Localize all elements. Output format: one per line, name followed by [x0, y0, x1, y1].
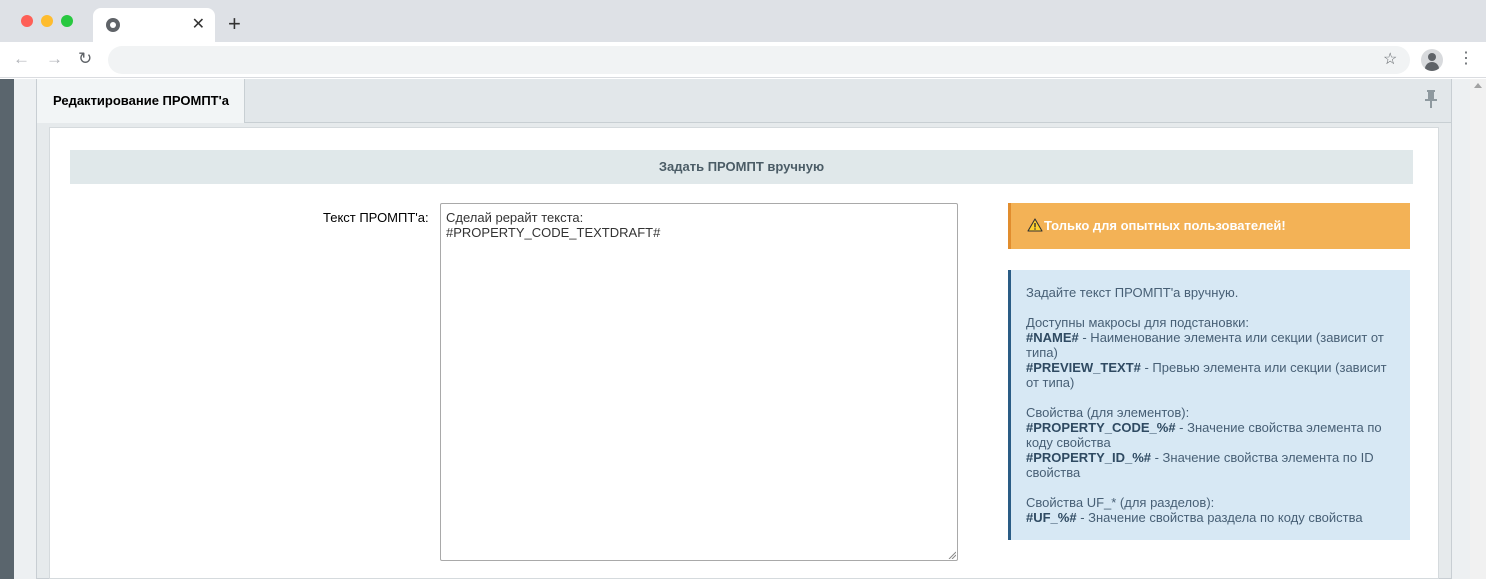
browser-toolbar: ← → ↻ ☆ ⋮ — [0, 42, 1486, 78]
info-uf-heading: Свойства UF_* (для разделов): — [1026, 495, 1215, 510]
bookmark-star-icon[interactable]: ☆ — [1383, 49, 1397, 69]
browser-tab-active[interactable]: ✕ — [93, 8, 215, 42]
browser-tabstrip: ✕ + — [0, 0, 1486, 42]
warning-text: Только для опытных пользователей! — [1044, 218, 1286, 233]
uf-code: #UF_%# — [1026, 510, 1077, 525]
uf-desc: - Значение свойства раздела по коду свой… — [1076, 510, 1363, 525]
pin-icon[interactable] — [1425, 90, 1437, 108]
form-content: Задать ПРОМПТ вручную Текст ПРОМПТ'а: Сд… — [49, 127, 1439, 579]
prop-code-line: #PROPERTY_CODE_%# - Значение свойства эл… — [1026, 420, 1396, 450]
reload-icon[interactable]: ↻ — [78, 49, 92, 69]
tab-edit-prompt[interactable]: Редактирование ПРОМПТ'а — [37, 79, 245, 123]
warning-alert: Только для опытных пользователей! — [1008, 203, 1410, 249]
profile-avatar-icon[interactable] — [1421, 49, 1443, 71]
address-bar[interactable] — [108, 46, 1410, 74]
uf-line: #UF_%# - Значение свойства раздела по ко… — [1026, 510, 1396, 525]
prop-id-code: #PROPERTY_ID_%# — [1026, 450, 1151, 465]
macro-name-code: #NAME# — [1026, 330, 1079, 345]
browser-menu-icon[interactable]: ⋮ — [1458, 50, 1474, 68]
page-scrollbar[interactable] — [1470, 79, 1486, 579]
info-props-heading: Свойства (для элементов): — [1026, 405, 1190, 420]
resize-grip-icon[interactable] — [948, 551, 956, 559]
tab-close-icon[interactable]: ✕ — [192, 15, 205, 35]
prompt-textarea[interactable]: Сделай рерайт текста: #PROPERTY_CODE_TEX… — [440, 203, 958, 561]
chrome-favicon-icon — [106, 18, 120, 32]
window-close-button[interactable] — [21, 15, 33, 27]
forward-arrow-icon[interactable]: → — [46, 49, 63, 69]
page-viewport: Редактирование ПРОМПТ'а Задать ПРОМПТ вр… — [0, 79, 1486, 579]
admin-left-panel-edge — [0, 79, 14, 579]
new-tab-button[interactable]: + — [228, 11, 241, 37]
scroll-up-arrow-icon[interactable] — [1474, 83, 1482, 88]
warning-triangle-icon — [1027, 218, 1043, 232]
back-arrow-icon[interactable]: ← — [13, 49, 30, 69]
section-title: Задать ПРОМПТ вручную — [70, 150, 1413, 184]
admin-tab-bar: Редактирование ПРОМПТ'а — [37, 79, 1451, 123]
info-intro: Задайте текст ПРОМПТ'а вручную. — [1026, 285, 1239, 300]
prop-id-line: #PROPERTY_ID_%# - Значение свойства элем… — [1026, 450, 1396, 480]
macros-info-box: Задайте текст ПРОМПТ'а вручную. Доступны… — [1008, 270, 1410, 540]
macro-name-line: #NAME# - Наименование элемента или секци… — [1026, 330, 1396, 360]
window-minimize-button[interactable] — [41, 15, 53, 27]
macro-preview-code: #PREVIEW_TEXT# — [1026, 360, 1141, 375]
prompt-text-label: Текст ПРОМПТ'а: — [323, 210, 429, 225]
window-maximize-button[interactable] — [61, 15, 73, 27]
info-macros-heading: Доступны макросы для подстановки: — [1026, 315, 1250, 330]
macro-name-desc: - Наименование элемента или секции (зави… — [1026, 330, 1384, 360]
macro-preview-line: #PREVIEW_TEXT# - Превью элемента или сек… — [1026, 360, 1396, 390]
admin-edit-panel: Редактирование ПРОМПТ'а Задать ПРОМПТ вр… — [36, 79, 1452, 579]
prop-code-code: #PROPERTY_CODE_%# — [1026, 420, 1176, 435]
